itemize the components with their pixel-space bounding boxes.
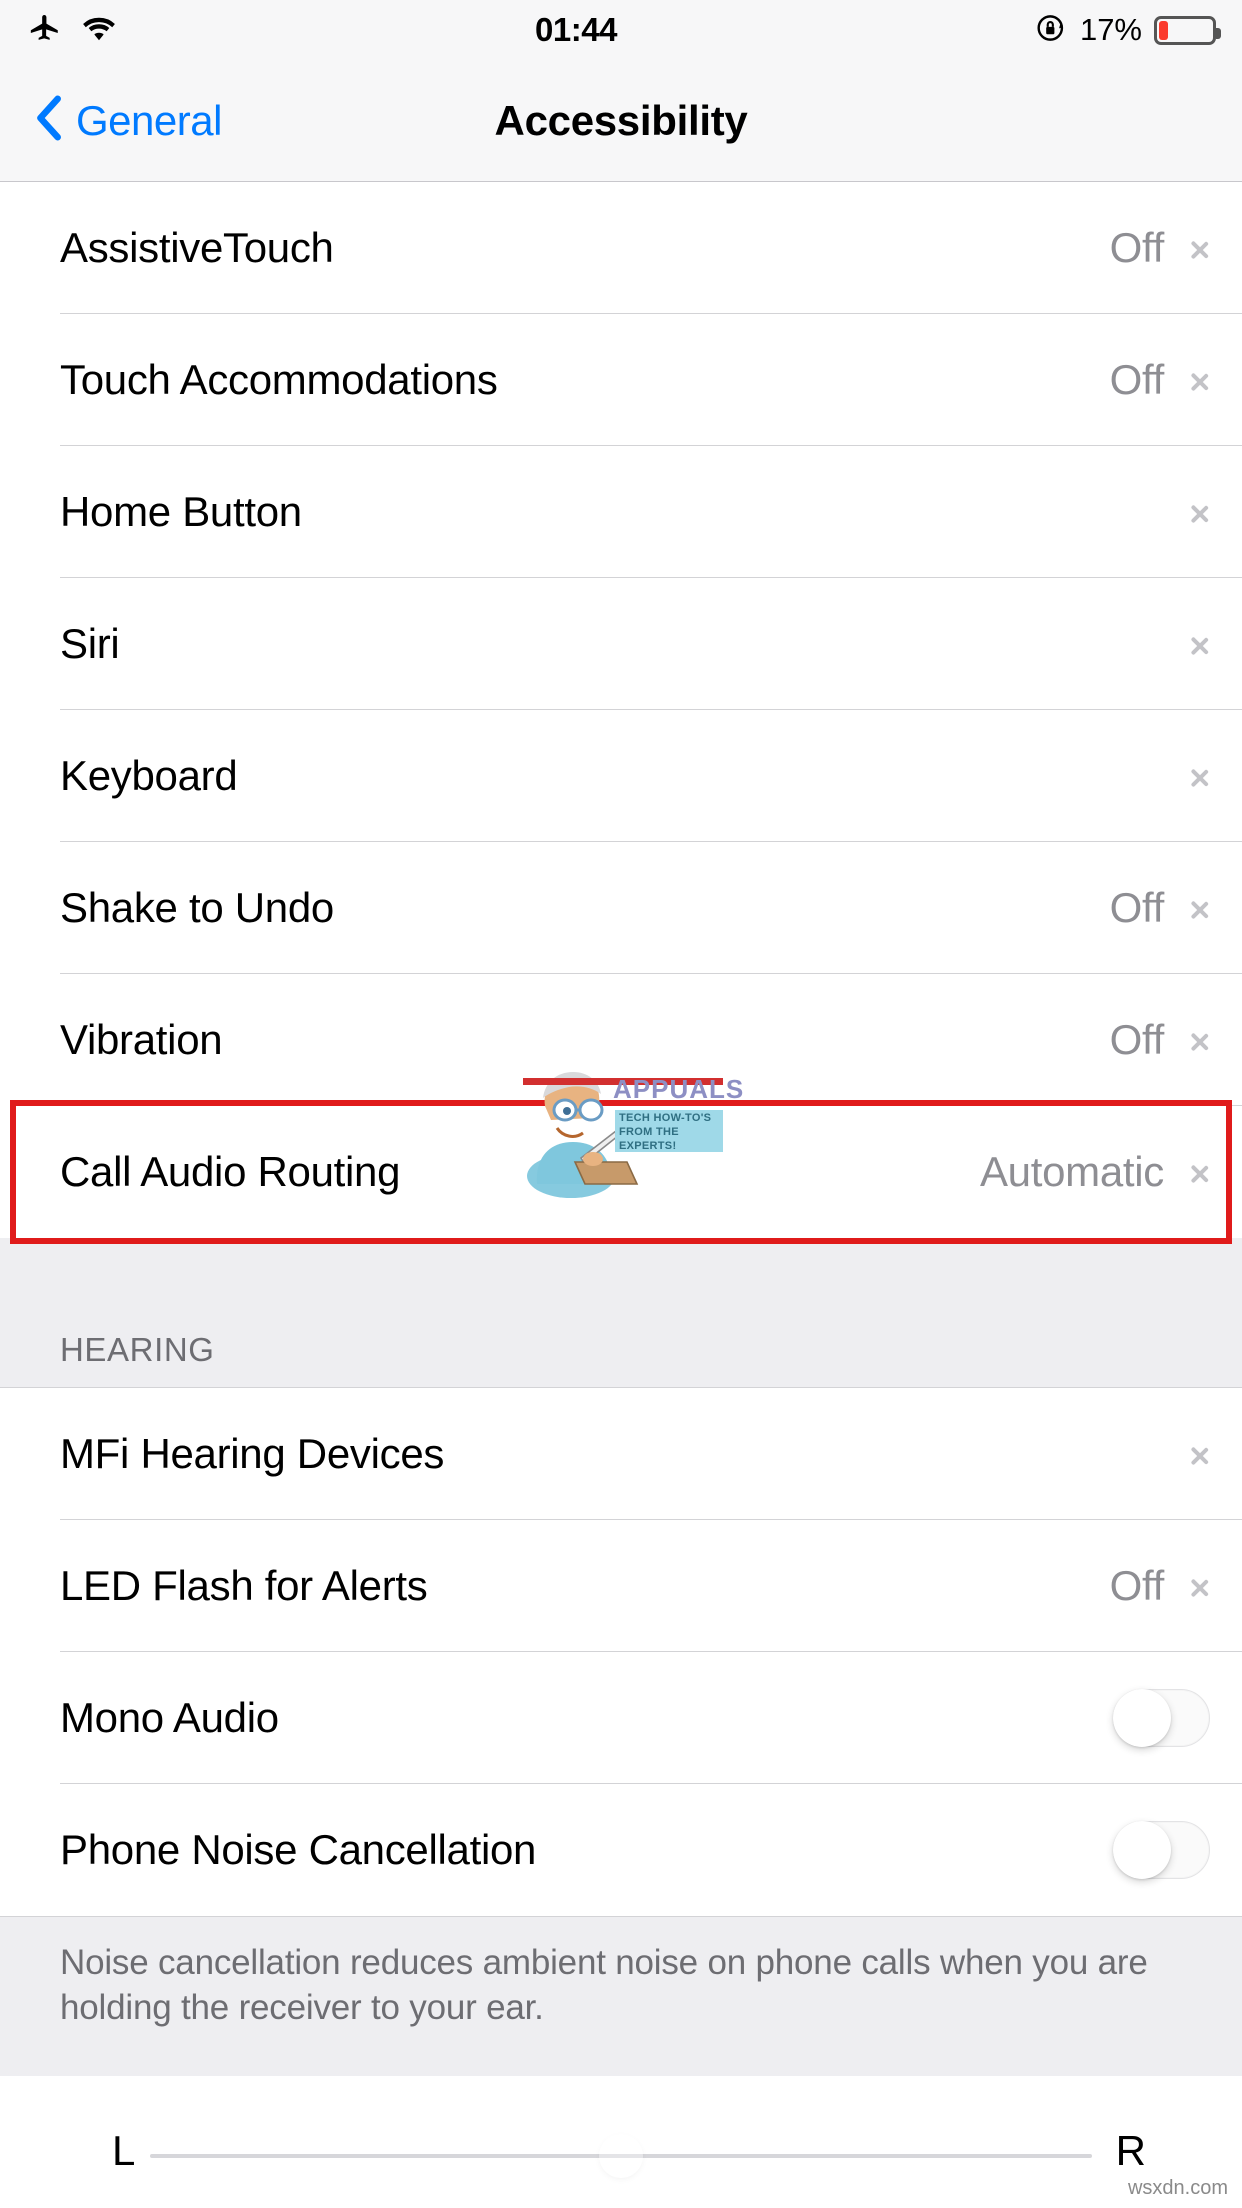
- settings-row-value: Off: [1109, 884, 1165, 931]
- toggle-knob: [1113, 1821, 1171, 1879]
- settings-row-label: Shake to Undo: [60, 884, 334, 931]
- settings-row[interactable]: Touch Accommodations Off: [0, 314, 1242, 446]
- toggle-switch[interactable]: [1113, 1689, 1210, 1747]
- chevron-right-icon: [1190, 495, 1210, 529]
- settings-row[interactable]: Siri: [0, 578, 1242, 710]
- back-button-label: General: [76, 96, 222, 144]
- audio-balance-group: L R: [0, 2076, 1242, 2208]
- settings-row-label: Mono Audio: [60, 1694, 279, 1741]
- settings-row[interactable]: Shake to Undo Off: [0, 842, 1242, 974]
- settings-row[interactable]: LED Flash for Alerts Off: [0, 1520, 1242, 1652]
- iphone-screen: 01:44 17% General Accessibility Assistiv…: [0, 0, 1242, 2208]
- settings-row-label: Vibration: [60, 1016, 223, 1063]
- wifi-icon: [80, 13, 118, 48]
- interaction-group: AssistiveTouch Off Touch Accommodations Off…: [0, 182, 1242, 1238]
- audio-balance-slider[interactable]: L R: [0, 2076, 1242, 2208]
- battery-fill: [1159, 20, 1168, 40]
- settings-row[interactable]: Phone Noise Cancellation: [0, 1784, 1242, 1916]
- chevron-right-icon: [1190, 891, 1210, 925]
- settings-row-label: Call Audio Routing: [60, 1148, 401, 1195]
- hearing-section-header: HEARING: [0, 1238, 1242, 1388]
- settings-row-label: LED Flash for Alerts: [60, 1562, 428, 1609]
- balance-left-label: L: [112, 2127, 136, 2174]
- status-bar-center: 01:44: [118, 11, 1034, 49]
- navigation-bar: General Accessibility: [0, 60, 1242, 182]
- chevron-right-icon: [1190, 627, 1210, 661]
- settings-row-label: MFi Hearing Devices: [60, 1430, 445, 1477]
- chevron-right-icon: [1190, 1569, 1210, 1603]
- settings-row[interactable]: MFi Hearing Devices: [0, 1388, 1242, 1520]
- chevron-right-icon: [1190, 1437, 1210, 1471]
- toggle-knob: [1113, 1689, 1171, 1747]
- hearing-group: MFi Hearing Devices LED Flash for Alerts O…: [0, 1388, 1242, 1916]
- settings-row-label: Touch Accommodations: [60, 356, 498, 403]
- chevron-right-icon: [1190, 231, 1210, 265]
- settings-row-label: Home Button: [60, 488, 302, 535]
- settings-row-label: AssistiveTouch: [60, 224, 334, 271]
- chevron-right-icon: [1190, 759, 1210, 793]
- rotation-lock-icon: [1034, 11, 1068, 50]
- site-watermark: wsxdn.com: [1127, 2177, 1228, 2199]
- settings-row-value: Off: [1109, 356, 1165, 403]
- settings-row-value: Off: [1109, 1016, 1165, 1063]
- status-bar-left: [0, 11, 118, 50]
- settings-scroll-view[interactable]: AssistiveTouch Off Touch Accommodations Off…: [0, 182, 1242, 2208]
- settings-row-value: Off: [1109, 1562, 1165, 1609]
- settings-row-value: Automatic: [979, 1148, 1164, 1195]
- chevron-right-icon: [1190, 1155, 1210, 1189]
- status-bar: 01:44 17%: [0, 0, 1242, 60]
- settings-row[interactable]: Keyboard: [0, 710, 1242, 842]
- hearing-footer-text: Noise cancellation reduces ambient noise…: [60, 1943, 1148, 2027]
- settings-row-label: Phone Noise Cancellation: [60, 1826, 537, 1873]
- settings-row-label: Keyboard: [60, 752, 238, 799]
- settings-row[interactable]: Mono Audio: [0, 1652, 1242, 1784]
- back-button[interactable]: General: [0, 93, 222, 148]
- battery-icon: [1154, 15, 1221, 45]
- settings-row[interactable]: AssistiveTouch Off: [0, 182, 1242, 314]
- battery-percent-label: 17%: [1079, 12, 1142, 47]
- settings-row-label: Siri: [60, 620, 120, 667]
- balance-slider-knob[interactable]: [599, 2134, 643, 2178]
- hearing-section-header-label: HEARING: [60, 1331, 215, 1368]
- chevron-left-icon: [34, 93, 66, 148]
- chevron-right-icon: [1190, 363, 1210, 397]
- hearing-section-footer: Noise cancellation reduces ambient noise…: [0, 1916, 1242, 2076]
- status-bar-right: 17%: [1034, 11, 1242, 50]
- airplane-icon: [28, 11, 62, 50]
- settings-row[interactable]: Call Audio Routing Automatic: [0, 1106, 1242, 1238]
- settings-row[interactable]: Home Button: [0, 446, 1242, 578]
- settings-row-value: Off: [1109, 224, 1165, 271]
- balance-right-label: R: [1115, 2127, 1146, 2174]
- chevron-right-icon: [1190, 1023, 1210, 1057]
- status-bar-clock: 01:44: [535, 11, 617, 48]
- toggle-switch[interactable]: [1113, 1821, 1210, 1879]
- settings-row[interactable]: Vibration Off: [0, 974, 1242, 1106]
